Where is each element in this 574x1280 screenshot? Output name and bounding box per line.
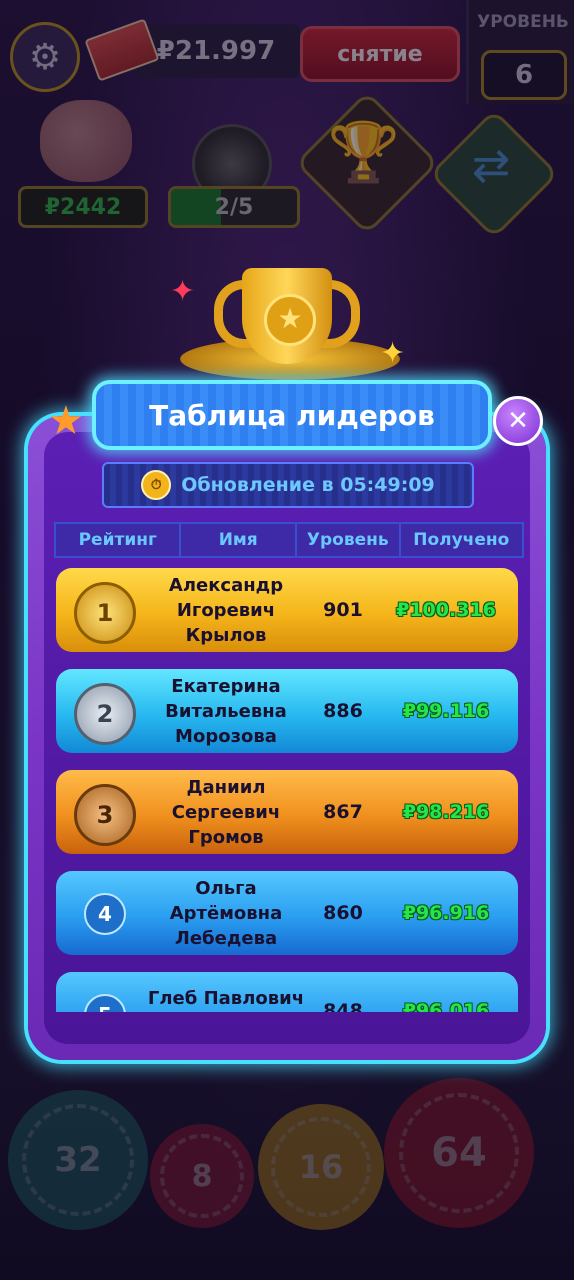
player-earned: ₽98.216 (402, 801, 490, 823)
leaderboard-row: 4 Ольга Артёмовна Лебедева 860 ₽96.916 (56, 871, 518, 955)
star-icon: ★ (48, 398, 84, 444)
player-earned: ₽96.916 (402, 902, 490, 924)
player-earned: ₽96.016 (402, 1000, 490, 1012)
column-header-rank: Рейтинг (56, 524, 182, 556)
leaderboard-title: Таблица лидеров (92, 380, 492, 450)
player-earned: ₽100.316 (396, 599, 496, 621)
player-name-line: Даниил (186, 776, 266, 798)
leaderboard-header: Рейтинг Имя Уровень Получено (54, 522, 524, 558)
rank-medal-icon: 3 (74, 784, 136, 846)
star-icon: ✦ (170, 274, 196, 309)
update-timer-text: Обновление в 05:49:09 (181, 474, 435, 496)
update-timer: ⏱ Обновление в 05:49:09 (102, 462, 474, 508)
player-name-line: Крылов (185, 624, 267, 646)
player-name-line: Витальевна (165, 700, 287, 722)
player-name: Ольга Артёмовна Лебедева (142, 871, 310, 955)
player-name: Екатерина Витальевна Морозова (142, 669, 310, 753)
player-name-line: Артёмовна (169, 902, 283, 924)
stopwatch-icon: ⏱ (141, 470, 172, 500)
player-name-line: Екатерина (171, 675, 281, 697)
player-level: 848 (323, 1000, 363, 1012)
player-name-line: Громов (188, 826, 264, 848)
player-name-line: Глеб Павлович (147, 988, 305, 1009)
column-header-earned: Получено (413, 530, 510, 550)
leaderboard-row: 2 Екатерина Витальевна Морозова 886 ₽99.116 (56, 669, 518, 753)
rank-number: 4 (84, 893, 126, 935)
player-earned: ₽99.116 (402, 700, 490, 722)
cup-star-icon: ★ (264, 294, 316, 346)
leaderboard-row: 3 Даниил Сергеевич Громов 867 ₽98.216 (56, 770, 518, 854)
player-name-line: Сергеевич (171, 801, 281, 823)
player-name: Даниил Сергеевич Громов (142, 770, 310, 854)
player-level: 867 (323, 801, 363, 823)
player-level: 886 (323, 700, 363, 722)
player-name: Глеб Павлович (142, 972, 310, 1012)
leaderboard-list[interactable]: 1 Александр Игоревич Крылов 901 ₽100.316 2 Екат… (54, 564, 522, 1012)
player-name-line: Ольга (195, 877, 257, 899)
player-name-line: Лебедева (174, 927, 278, 949)
player-name: Александр Игоревич Крылов (142, 568, 310, 652)
leaderboard-row: 5 Глеб Павлович 848 ₽96.016 (56, 972, 518, 1012)
rank-medal-icon: 1 (74, 582, 136, 644)
player-name-line: Игоревич (176, 599, 276, 621)
player-name-line: Морозова (175, 725, 277, 747)
trophy-cup-icon: ★ (214, 268, 360, 376)
player-level: 860 (323, 902, 363, 924)
leaderboard-title-text: Таблица лидеров (149, 398, 435, 432)
rank-medal-icon: 2 (74, 683, 136, 745)
column-header-name: Имя (181, 524, 297, 556)
star-icon: ✦ (380, 336, 406, 371)
rank-number: 5 (84, 994, 126, 1012)
player-name-line: Александр (168, 574, 284, 596)
leaderboard-row: 1 Александр Игоревич Крылов 901 ₽100.316 (56, 568, 518, 652)
close-icon[interactable]: ✕ (493, 396, 543, 446)
player-level: 901 (323, 599, 363, 621)
column-header-level: Уровень (297, 524, 401, 556)
